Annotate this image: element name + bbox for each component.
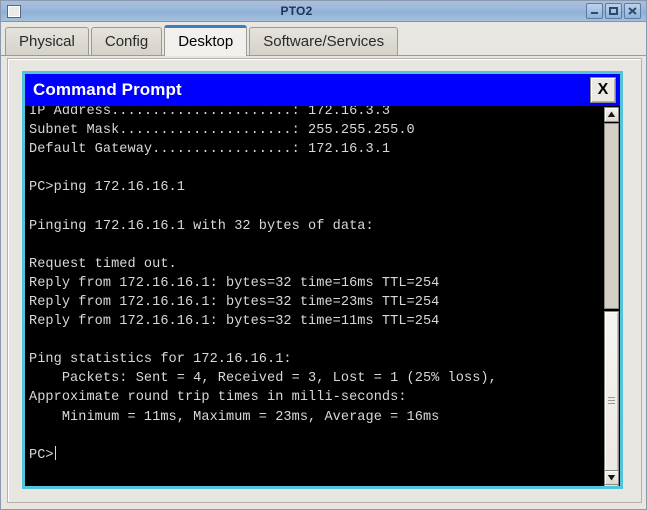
terminal-scrollbar[interactable] (603, 106, 620, 486)
tab-desktop[interactable]: Desktop (164, 25, 248, 56)
terminal-line: Pinging 172.16.16.1 with 32 bytes of dat… (29, 218, 374, 234)
terminal-prompt-label: PC> (29, 447, 54, 463)
terminal-line: IP Address......................: 172.16… (29, 106, 391, 119)
terminal-line: Packets: Sent = 4, Received = 3, Lost = … (29, 371, 497, 387)
terminal-line: Default Gateway.................: 172.16… (29, 142, 391, 158)
tab-software-services[interactable]: Software/Services (249, 27, 399, 55)
scrollbar-track-upper[interactable] (604, 123, 619, 309)
scrollbar-track[interactable] (604, 123, 619, 486)
terminal-line: Subnet Mask.....................: 255.25… (29, 123, 415, 139)
close-button[interactable] (624, 3, 641, 19)
terminal-line: Reply from 172.16.16.1: bytes=32 time=23… (29, 294, 440, 310)
minimize-button[interactable] (586, 3, 603, 19)
terminal-text-cursor (54, 445, 56, 460)
window-titlebar: PTO2 (1, 1, 646, 22)
terminal-line: Reply from 172.16.16.1: bytes=32 time=11… (29, 314, 440, 330)
scrollbar-grip-icon (608, 397, 615, 404)
tab-physical-label: Physical (19, 33, 75, 50)
terminal-line: Reply from 172.16.16.1: bytes=32 time=16… (29, 275, 440, 291)
terminal-line: Minimum = 11ms, Maximum = 23ms, Average … (29, 409, 440, 425)
command-prompt-window: Command Prompt X IP Address.............… (22, 71, 623, 489)
tab-strip: Physical Config Desktop Software/Service… (1, 22, 646, 56)
scrollbar-down-arrow-button[interactable] (604, 470, 619, 485)
terminal-prompt-line[interactable]: PC> (29, 445, 598, 465)
terminal-output: IP Address......................: 172.16… (29, 106, 598, 465)
terminal-line: Request timed out. (29, 256, 177, 272)
maximize-button[interactable] (605, 3, 622, 19)
tab-config[interactable]: Config (90, 27, 163, 55)
window-title: PTO2 (280, 4, 313, 18)
command-prompt-title: Command Prompt (33, 80, 182, 99)
desktop-content-panel: Command Prompt X IP Address.............… (7, 58, 642, 503)
terminal-line: PC>ping 172.16.16.1 (29, 180, 185, 196)
tab-desktop-label: Desktop (178, 33, 234, 50)
window-controls (586, 3, 641, 19)
command-prompt-close-button[interactable]: X (590, 77, 616, 103)
terminal-line: Approximate round trip times in milli-se… (29, 390, 407, 406)
terminal-body[interactable]: IP Address......................: 172.16… (25, 106, 620, 486)
terminal-line: Ping statistics for 172.16.16.1: (29, 352, 292, 368)
tab-software-services-label: Software/Services (263, 33, 385, 50)
application-window: PTO2 Physical Config Desktop Software/Se… (0, 0, 647, 510)
tab-config-label: Config (104, 33, 149, 50)
scrollbar-thumb[interactable] (604, 311, 619, 486)
tab-physical[interactable]: Physical (5, 27, 89, 55)
command-prompt-titlebar: Command Prompt X (25, 74, 620, 106)
scrollbar-up-arrow-button[interactable] (604, 107, 619, 122)
